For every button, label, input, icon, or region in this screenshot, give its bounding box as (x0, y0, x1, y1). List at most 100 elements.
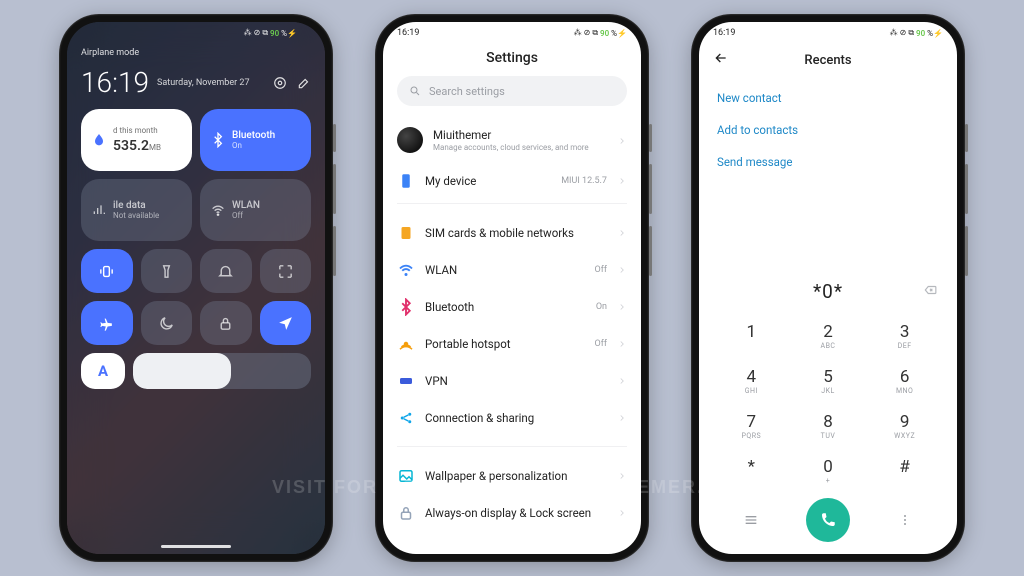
chevron-right-icon (617, 297, 627, 316)
key-digit: * (748, 459, 755, 476)
settings-row[interactable]: SIM cards & mobile networks (397, 214, 627, 251)
key-letters: PQRS (741, 432, 761, 440)
status-time: 16:19 (397, 28, 419, 38)
dialpad-key[interactable]: 2ABC (790, 314, 867, 359)
search-input[interactable]: Search settings (397, 76, 627, 106)
lock-icon (217, 315, 234, 332)
action-link[interactable]: Add to contacts (717, 114, 939, 146)
battery-tail: %⚡ (281, 29, 297, 38)
home-indicator[interactable] (161, 545, 231, 548)
row-label: Bluetooth (425, 300, 586, 314)
key-digit: 7 (747, 414, 757, 431)
dialpad-key[interactable]: 7PQRS (713, 404, 790, 449)
flashlight-icon (158, 263, 175, 280)
nightmode-toggle[interactable] (141, 301, 193, 345)
settings-row[interactable]: Always-on display & Lock screen (397, 494, 627, 531)
search-placeholder: Search settings (429, 85, 505, 98)
dialpad-key[interactable]: 4GHI (713, 359, 790, 404)
dialpad-key[interactable]: 9WXYZ (866, 404, 943, 449)
key-digit: 5 (823, 369, 833, 386)
date: Saturday, November 27 (157, 78, 250, 88)
signal-icon (91, 202, 107, 218)
auto-brightness-button[interactable]: A (81, 353, 125, 389)
wifi-icon (397, 261, 415, 279)
wlan-sub: Off (232, 211, 260, 220)
edit-icon[interactable] (297, 76, 311, 90)
settings-row[interactable]: Connection & sharing (397, 399, 627, 436)
watermark: VISIT FOR MORE THEMES - MIUITHEMER.COM (272, 477, 752, 498)
bluetooth-tile[interactable]: BluetoothOn (200, 109, 311, 171)
chevron-right-icon (617, 131, 627, 150)
vibrate-toggle[interactable] (81, 249, 133, 293)
action-link[interactable]: Send message (717, 146, 939, 178)
key-digit: 8 (823, 414, 833, 431)
action-link[interactable]: New contact (717, 82, 939, 114)
key-letters: WXYZ (894, 432, 915, 440)
account-row[interactable]: MiuithemerManage accounts, cloud service… (397, 118, 627, 162)
key-letters: + (826, 477, 830, 485)
data-label: d this month (113, 126, 161, 135)
hotspot-icon (397, 335, 415, 353)
lock-toggle[interactable] (200, 301, 252, 345)
key-digit: # (899, 459, 909, 476)
droplet-icon (91, 132, 107, 148)
settings-row[interactable]: WLANOff (397, 251, 627, 288)
dialed-number: *0* (813, 280, 843, 303)
brightness-slider[interactable] (133, 353, 311, 389)
call-button[interactable] (806, 498, 850, 542)
key-digit: 9 (900, 414, 910, 431)
airplane-toggle[interactable] (81, 301, 133, 345)
bt-icon (397, 298, 415, 316)
screenshot-toggle[interactable] (260, 249, 312, 293)
location-toggle[interactable] (260, 301, 312, 345)
device-row[interactable]: My device MIUI 12.5.7 (397, 162, 627, 199)
key-digit: 4 (747, 369, 757, 386)
settings-icon[interactable] (273, 76, 287, 90)
avatar (397, 127, 423, 153)
page-title: Recents (713, 53, 943, 68)
dnd-toggle[interactable] (200, 249, 252, 293)
key-digit: 0 (823, 459, 833, 476)
device-icon (397, 172, 415, 190)
settings-row[interactable]: Portable hotspotOff (397, 325, 627, 362)
dialpad-key[interactable]: 1 (713, 314, 790, 359)
wifi-icon (210, 202, 226, 218)
device-value: MIUI 12.5.7 (561, 176, 607, 186)
settings-row[interactable]: VPN (397, 362, 627, 399)
key-letters: ABC (821, 342, 836, 350)
capture-icon (277, 263, 294, 280)
dialpad-key[interactable]: 3DEF (866, 314, 943, 359)
more-button[interactable] (866, 512, 943, 528)
account-sub: Manage accounts, cloud services, and mor… (433, 143, 607, 152)
airplane-icon (98, 315, 115, 332)
dialpad-key[interactable]: 0+ (790, 449, 867, 494)
chevron-right-icon (617, 503, 627, 522)
backspace-button[interactable] (921, 282, 939, 301)
key-letters: TUV (821, 432, 836, 440)
sim-icon (397, 224, 415, 242)
wlan-tile[interactable]: WLANOff (200, 179, 311, 241)
key-letters: JKL (821, 387, 835, 395)
dialpad-key[interactable]: # (866, 449, 943, 494)
dialpad-key[interactable]: 6MNO (866, 359, 943, 404)
data-usage-tile[interactable]: d this month 535.2MB (81, 109, 192, 171)
dialpad-key[interactable]: 8TUV (790, 404, 867, 449)
mobile-sub: Not available (113, 211, 159, 220)
status-bar: 16:19 ⁂ ⊘ ⧉90%⚡ (699, 22, 957, 44)
mobile-data-tile[interactable]: ile dataNot available (81, 179, 192, 241)
flashlight-toggle[interactable] (141, 249, 193, 293)
phone-icon (819, 511, 837, 529)
battery-tail: %⚡ (611, 29, 627, 38)
battery-pct: 90 (600, 29, 609, 38)
clock: 16:19 (81, 66, 149, 99)
vibrate-icon (98, 263, 115, 280)
location-icon (277, 315, 294, 332)
key-digit: 3 (900, 324, 910, 341)
vpn-icon (397, 372, 415, 390)
search-icon (409, 85, 421, 97)
status-bar: 16:19 ⁂ ⊘ ⧉90%⚡ (383, 22, 641, 44)
settings-row[interactable]: BluetoothOn (397, 288, 627, 325)
key-digit: 2 (823, 324, 833, 341)
menu-button[interactable] (713, 512, 790, 528)
dialpad-key[interactable]: 5JKL (790, 359, 867, 404)
